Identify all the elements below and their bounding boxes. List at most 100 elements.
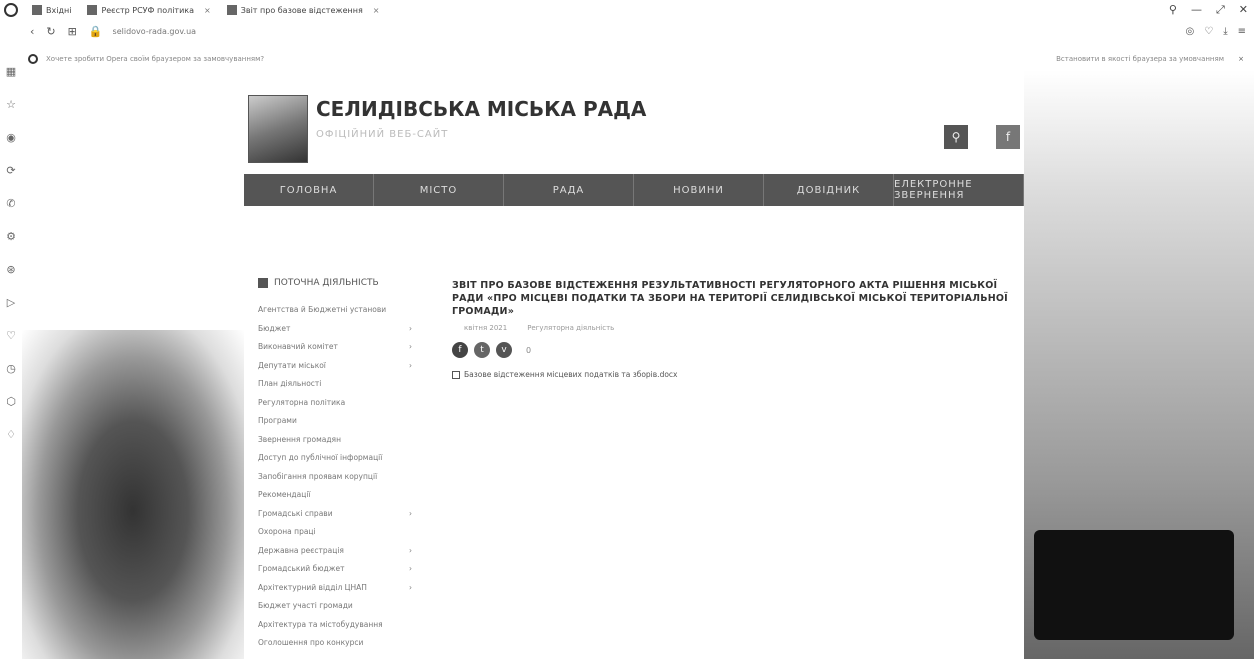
leftnav-item-label: Бюджет <box>258 323 291 333</box>
more-icon[interactable]: ♢ <box>6 428 16 441</box>
site-header: СЕЛИДІВСЬКА МІСЬКА РАДА ОФІЦІЙНИЙ ВЕБ-СА… <box>248 95 1028 165</box>
leftnav-item[interactable]: Громадський бюджет › <box>258 564 418 584</box>
leftnav-item[interactable]: План діяльності <box>258 379 418 399</box>
menu-icon[interactable]: ≡ <box>1238 26 1246 37</box>
share-count: 0 <box>526 345 532 355</box>
menu-item-e-appeal[interactable]: ЕЛЕКТРОННЕ ЗВЕРНЕННЯ <box>894 174 1024 206</box>
default-browser-infobar: Хочете зробити Opera своїм браузером за … <box>28 52 1254 66</box>
main-menu: ГОЛОВНА МІСТО РАДА НОВИНИ ДОВІДНИК ЕЛЕКТ… <box>244 174 1024 206</box>
leftnav-item[interactable]: Регуляторна політика <box>258 398 418 418</box>
leftnav-item[interactable]: Запобігання проявам корупції <box>258 472 418 492</box>
menu-item-city[interactable]: МІСТО <box>374 174 504 206</box>
facebook-button[interactable]: f <box>996 125 1020 149</box>
back-icon[interactable]: ‹ <box>30 25 34 38</box>
background-tree-image <box>22 330 244 659</box>
background-sign-image <box>1034 530 1234 640</box>
facebook-icon[interactable]: f <box>452 342 468 359</box>
document-link[interactable]: Базове відстеження місцевих податків та … <box>452 370 1024 379</box>
leftnav-item-label: План діяльності <box>258 379 322 388</box>
grid-icon <box>258 278 268 288</box>
whatsapp-icon[interactable]: ✆ <box>6 197 15 210</box>
extensions-icon[interactable]: ⬡ <box>6 395 16 408</box>
leftnav-item-label: Охорона праці <box>258 527 316 536</box>
facebook-icon: f <box>1005 130 1011 144</box>
close-icon[interactable]: × <box>204 6 211 15</box>
close-button[interactable]: ✕ <box>1239 3 1248 17</box>
set-default-button[interactable]: Встановити в якості браузера за умовчанн… <box>1056 55 1224 63</box>
search-icon[interactable]: ⚲ <box>1169 3 1177 17</box>
leftnav-item[interactable]: Державна реєстрація › <box>258 546 418 566</box>
leftnav-item[interactable]: Громадські справи › <box>258 508 418 529</box>
tab-label: Реєстр РСУФ політика <box>101 5 195 15</box>
page-icon <box>226 5 237 15</box>
maximize-button[interactable]: ⤢ <box>1216 3 1225 17</box>
messenger-icon[interactable]: ◉ <box>6 131 16 144</box>
leftnav-item[interactable]: Оголошення про конкурси <box>258 638 418 658</box>
menu-item-council[interactable]: РАДА <box>504 174 634 206</box>
leftnav-item[interactable]: Рекомендації <box>258 490 418 510</box>
leftnav-item-label: Бюджет участі громади <box>258 601 353 610</box>
address-bar: ‹ ↻ ⊞ 🔒 selidovo-rada.gov.ua ◎ ♡ ⤓ ≡ <box>0 20 1254 42</box>
document-link-text[interactable]: Базове відстеження місцевих податків та … <box>464 370 677 379</box>
chevron-right-icon: › <box>409 323 412 333</box>
opera-logo-icon[interactable] <box>4 3 18 17</box>
site-title[interactable]: СЕЛИДІВСЬКА МІСЬКА РАДА <box>316 97 646 121</box>
nav-buttons: ‹ ↻ ⊞ 🔒 <box>30 25 103 38</box>
leftnav-item-label: Виконавчий комітет <box>258 342 338 351</box>
leftnav-item-label: Архітектурний відділ ЦНАП <box>258 582 367 592</box>
leftnav-item[interactable]: Виконавчий комітет › <box>258 342 418 362</box>
chevron-right-icon: › <box>409 508 412 518</box>
close-icon[interactable]: × <box>373 6 380 15</box>
leftnav-item-label: Депутати міської <box>258 360 326 370</box>
heart-icon[interactable]: ♡ <box>1204 26 1213 37</box>
leftnav-item[interactable]: Охорона праці <box>258 527 418 547</box>
leftnav-item[interactable]: Архітектура та містобудування <box>258 619 418 640</box>
heart-icon[interactable]: ♡ <box>6 329 16 342</box>
menu-item-news[interactable]: НОВИНИ <box>634 174 764 206</box>
leftnav-heading: ПОТОЧНА ДІЯЛЬНІСТЬ <box>258 278 418 288</box>
minimize-button[interactable]: — <box>1191 3 1202 17</box>
history-icon[interactable]: ⟳ <box>6 164 15 177</box>
leftnav-item[interactable]: Бюджет участі громади <box>258 601 418 621</box>
leftnav-item[interactable]: Бюджет › <box>258 323 418 344</box>
leftnav-item-label: Оголошення про конкурси <box>258 638 364 647</box>
site-subtitle: ОФІЦІЙНИЙ ВЕБ-САЙТ <box>316 129 449 140</box>
tab-inbox[interactable]: Вхідні <box>24 2 79 18</box>
search-icon: ⚲ <box>951 130 961 144</box>
settings-icon[interactable]: ⚙ <box>6 230 16 243</box>
leftnav-item-label: Рекомендації <box>258 490 311 499</box>
star-icon[interactable]: ☆ <box>6 98 16 111</box>
vk-icon[interactable]: ⊛ <box>6 263 15 276</box>
chevron-right-icon: › <box>409 564 412 573</box>
player-icon[interactable]: ▷ <box>7 296 15 309</box>
browser-tab-bar: Вхідні Реєстр РСУФ політика × Звіт про ба… <box>0 0 1254 20</box>
twitter-icon[interactable]: t <box>474 342 490 359</box>
grid-icon[interactable]: ⊞ <box>68 25 77 38</box>
clock-icon[interactable]: ◷ <box>6 362 16 375</box>
infobar-close-button[interactable]: × <box>1238 55 1244 63</box>
city-crest-logo[interactable] <box>248 95 308 163</box>
chevron-right-icon: › <box>409 342 412 351</box>
url-field[interactable]: selidovo-rada.gov.ua <box>113 27 1103 36</box>
leftnav-item[interactable]: Агентства й Бюджетні установи <box>258 305 418 325</box>
leftnav-item[interactable]: Архітектурний відділ ЦНАП › <box>258 582 418 603</box>
tab-registry[interactable]: Реєстр РСУФ політика × <box>79 2 218 18</box>
speed-dial-icon[interactable]: ▦ <box>6 65 16 78</box>
leftnav-item[interactable]: Депутати міської › <box>258 360 418 381</box>
menu-item-home[interactable]: ГОЛОВНА <box>244 174 374 206</box>
menu-item-directory[interactable]: ДОВІДНИК <box>764 174 894 206</box>
viber-icon[interactable]: v <box>496 342 512 359</box>
leftnav-item[interactable]: Доступ до публічної інформації <box>258 453 418 473</box>
lock-icon[interactable]: 🔒 <box>89 25 103 38</box>
search-button[interactable]: ⚲ <box>944 125 968 149</box>
tab-report[interactable]: Звіт про базове відстеження × <box>219 2 388 18</box>
reload-icon[interactable]: ↻ <box>46 25 55 38</box>
article-category[interactable]: Регуляторна діяльність <box>527 324 614 332</box>
leftnav-heading-text: ПОТОЧНА ДІЯЛЬНІСТЬ <box>274 278 379 288</box>
download-icon[interactable]: ⤓ <box>1223 26 1227 37</box>
camera-icon[interactable]: ◎ <box>1185 26 1194 37</box>
leftnav-item[interactable]: Звернення громадян <box>258 435 418 455</box>
share-buttons: f t v 0 <box>452 342 1024 359</box>
leftnav-item-label: Архітектура та містобудування <box>258 619 383 629</box>
leftnav-item[interactable]: Програми <box>258 416 418 436</box>
